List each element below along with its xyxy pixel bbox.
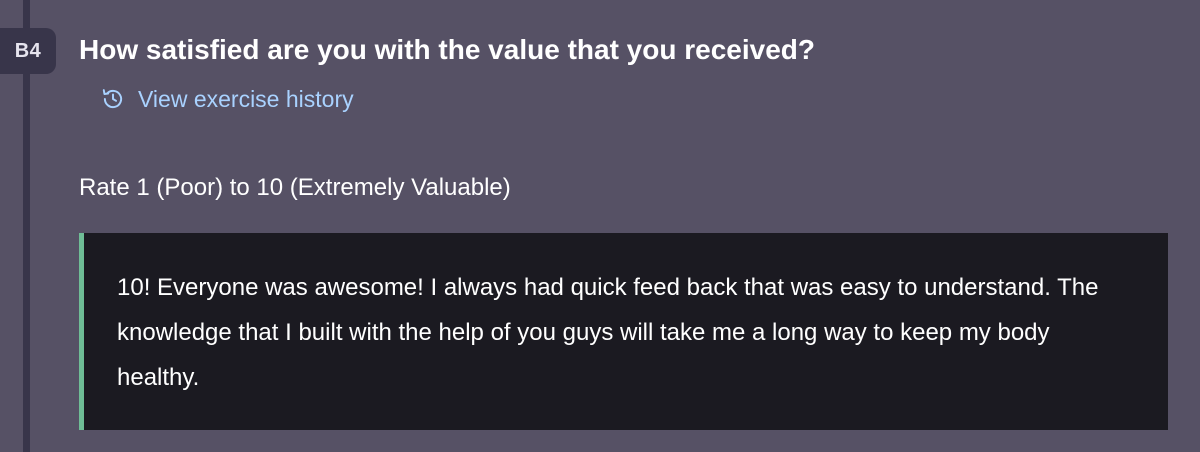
question-title: How satisfied are you with the value tha… [79,34,815,65]
history-link-label: View exercise history [138,86,354,112]
view-exercise-history-link[interactable]: View exercise history [100,84,354,114]
exercise-step-panel: B4 How satisfied are you with the value … [0,0,1200,452]
answer-box: 10! Everyone was awesome! I always had q… [79,233,1168,430]
answer-text: 10! Everyone was awesome! I always had q… [117,274,1099,391]
rating-prompt: Rate 1 (Poor) to 10 (Extremely Valuable) [79,174,511,201]
step-badge: B4 [0,28,56,74]
history-icon [100,86,126,112]
